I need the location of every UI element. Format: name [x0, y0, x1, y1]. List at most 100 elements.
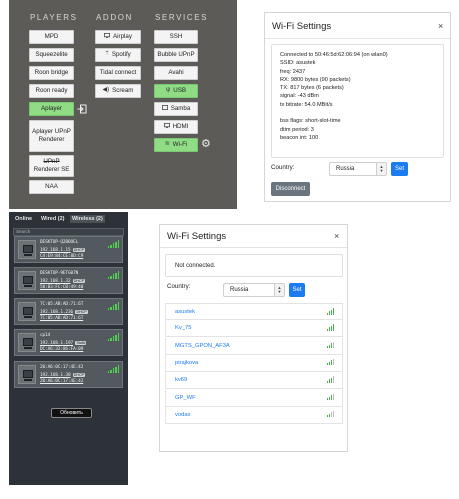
- service-wifi-button[interactable]: ≋ Wi-Fi: [154, 138, 198, 152]
- connection-info-box: Connected to 50:46:5d:62:06:94 (on wlan0…: [271, 44, 444, 158]
- ip-type-badge: Static: [75, 341, 87, 345]
- service-label: HDMI: [172, 123, 189, 131]
- ssid-link[interactable]: vodax: [175, 412, 190, 418]
- signal-icon: [107, 333, 119, 341]
- player-roon-ready-button[interactable]: Roon ready: [29, 84, 74, 98]
- device-mac[interactable]: C4:E9:84:CE:8D:C9: [40, 254, 83, 259]
- device-mac[interactable]: 58:B3:FC:C0:49:40: [40, 285, 83, 290]
- device-name: 7C:05:AB:AD:71:6T: [40, 302, 84, 307]
- wifi-signal-icon: [327, 376, 334, 383]
- addon-tidal-connect-button[interactable]: Tidal connect: [95, 66, 141, 80]
- player-mpd-button[interactable]: MPD: [29, 30, 74, 44]
- wifi-network-item[interactable]: asustek: [165, 303, 343, 320]
- player-label: NAA: [45, 183, 58, 191]
- spotify-icon: ᛘ: [105, 51, 109, 58]
- status-text: Not connected.: [175, 263, 216, 269]
- country-value: Russia: [336, 166, 355, 172]
- device-ip[interactable]: 192.168.1.30: [40, 373, 71, 378]
- service-avahi-button[interactable]: Avahi: [154, 66, 198, 80]
- addon-scream-button[interactable]: ◀) Scream: [95, 84, 141, 98]
- tab-wired[interactable]: Wired (2): [41, 216, 64, 222]
- device-name: cp14: [40, 333, 51, 338]
- addon-airplay-button[interactable]: Airplay: [95, 30, 141, 44]
- monitor-icon: [163, 122, 170, 132]
- ssid-link[interactable]: MGTS_GPON_AF3A: [175, 343, 230, 349]
- gear-icon[interactable]: ⚙: [201, 139, 211, 150]
- country-select[interactable]: Russia ▲ ▼: [329, 162, 387, 176]
- wifi-settings-disconnected-dialog: Wi-Fi Settings × Not connected. Country:…: [159, 224, 348, 452]
- signal-icon: [107, 240, 119, 248]
- info-line: SSID: asustek: [280, 60, 316, 67]
- set-button[interactable]: Set: [289, 283, 305, 297]
- service-usb-button[interactable]: ψ USB: [154, 84, 198, 98]
- player-upnp-renderer-se-button[interactable]: UPnP Renderer SE: [29, 155, 74, 177]
- player-aplayer-upnp-button[interactable]: Aplayer UPnP Renderer: [29, 120, 74, 152]
- info-line: RX: 9800 bytes (90 packets): [280, 76, 351, 83]
- player-aplayer-button[interactable]: Aplayer: [29, 102, 74, 116]
- close-icon[interactable]: ×: [438, 21, 443, 31]
- device-ip[interactable]: 192.168.1.236: [40, 310, 73, 315]
- device-mac[interactable]: DC:A6:32:86:FA:09: [40, 347, 83, 352]
- wifi-network-item[interactable]: MGTS_GPON_AF3A: [165, 337, 343, 355]
- wifi-network-item[interactable]: Kv_75: [165, 320, 343, 338]
- service-hdmi-button[interactable]: HDMI: [154, 120, 198, 134]
- wifi-network-item[interactable]: kv69: [165, 372, 343, 390]
- country-value: Russia: [230, 287, 249, 293]
- divider: [265, 38, 450, 39]
- ssid-link[interactable]: asustek: [175, 309, 195, 315]
- ip-type-badge: DHCP: [72, 248, 85, 252]
- info-line: TX: 817 bytes (6 packets): [280, 85, 344, 92]
- wifi-network-item[interactable]: vodax: [165, 406, 343, 424]
- wifi-network-item[interactable]: GP_WF: [165, 389, 343, 407]
- info-line: bss flags: short-slot-time: [280, 118, 341, 125]
- device-ip[interactable]: 192.168.1.32: [40, 279, 71, 284]
- ssid-link[interactable]: GP_WF: [175, 395, 196, 401]
- player-label: Aplayer UPnP Renderer: [32, 128, 71, 143]
- country-label: Country:: [167, 283, 191, 290]
- ssid-link[interactable]: pirajkova: [175, 360, 198, 366]
- country-select[interactable]: Russia ▲ ▼: [223, 283, 285, 297]
- device-mac[interactable]: 7C:05:AB:AD:71:6T: [40, 316, 83, 321]
- device-row[interactable]: DESKTOP-Q2BDOEL 192.168.1.15 DHCP C4:E9:84:…: [14, 236, 123, 263]
- device-row[interactable]: 7C:05:AB:AD:71:6T 192.168.1.236 DHCP 7C:05:…: [14, 298, 123, 325]
- tab-online[interactable]: Online: [15, 216, 32, 222]
- signal-icon: [107, 271, 119, 279]
- device-name: 20:A6:0C:17:4E:42: [40, 365, 84, 370]
- service-label: Samba: [170, 105, 191, 113]
- wifi-settings-connected-dialog: Wi-Fi Settings × Connected to 50:46:5d:6…: [264, 12, 451, 202]
- addon-label: Spotify: [111, 51, 131, 59]
- wifi-network-item[interactable]: pirajkova: [165, 354, 343, 372]
- device-ip[interactable]: 192.168.1.15: [40, 248, 71, 253]
- set-button[interactable]: Set: [391, 162, 408, 176]
- addon-spotify-button[interactable]: ᛘ Spotify: [95, 48, 141, 62]
- ssid-link[interactable]: kv69: [175, 377, 187, 383]
- info-line: Connected to 50:46:5d:62:06:94 (on wlan0…: [280, 52, 388, 58]
- speaker-icon: ◀): [102, 87, 110, 94]
- device-mac[interactable]: 20:A6:0C:17:4E:42: [40, 379, 83, 384]
- tab-wireless[interactable]: Wireless (2): [70, 215, 105, 223]
- computer-icon: [18, 271, 36, 290]
- player-label: Squeezelite: [35, 51, 68, 59]
- device-name: DESKTOP-9ETG07N: [40, 271, 79, 276]
- service-ssh-button[interactable]: SSH: [154, 30, 198, 44]
- close-icon[interactable]: ×: [334, 231, 339, 241]
- player-naa-button[interactable]: NAA: [29, 180, 74, 194]
- folder-icon: [161, 104, 168, 114]
- device-row[interactable]: cp14 192.168.1.197 Static DC:A6:32:86:FA:09: [14, 329, 123, 356]
- device-row[interactable]: 20:A6:0C:17:4E:42 192.168.1.30 DHCP 20:A6:0…: [14, 361, 123, 388]
- addon-panel: PLAYERS ADDON SERVICES MPD Squeezelite R…: [9, 0, 237, 209]
- service-samba-button[interactable]: Samba: [154, 102, 198, 116]
- player-roon-bridge-button[interactable]: Roon bridge: [29, 66, 74, 80]
- player-squeezelite-button[interactable]: Squeezelite: [29, 48, 74, 62]
- login-icon[interactable]: [77, 104, 87, 116]
- disconnect-button[interactable]: Disconnect: [271, 182, 310, 196]
- device-row[interactable]: DESKTOP-9ETG07N 192.168.1.32 DHCP 58:B3:FC:…: [14, 267, 123, 294]
- device-ip[interactable]: 192.168.1.197: [40, 341, 73, 346]
- addon-label: Scream: [112, 87, 134, 95]
- computer-icon: [18, 333, 36, 352]
- ssid-link[interactable]: Kv_75: [175, 325, 191, 331]
- search-input[interactable]: Search: [13, 228, 124, 236]
- service-bubble-upnp-button[interactable]: Bubble UPnP: [154, 48, 198, 62]
- refresh-button[interactable]: Обновить: [51, 408, 92, 418]
- dialog-title: Wi-Fi Settings: [272, 21, 332, 32]
